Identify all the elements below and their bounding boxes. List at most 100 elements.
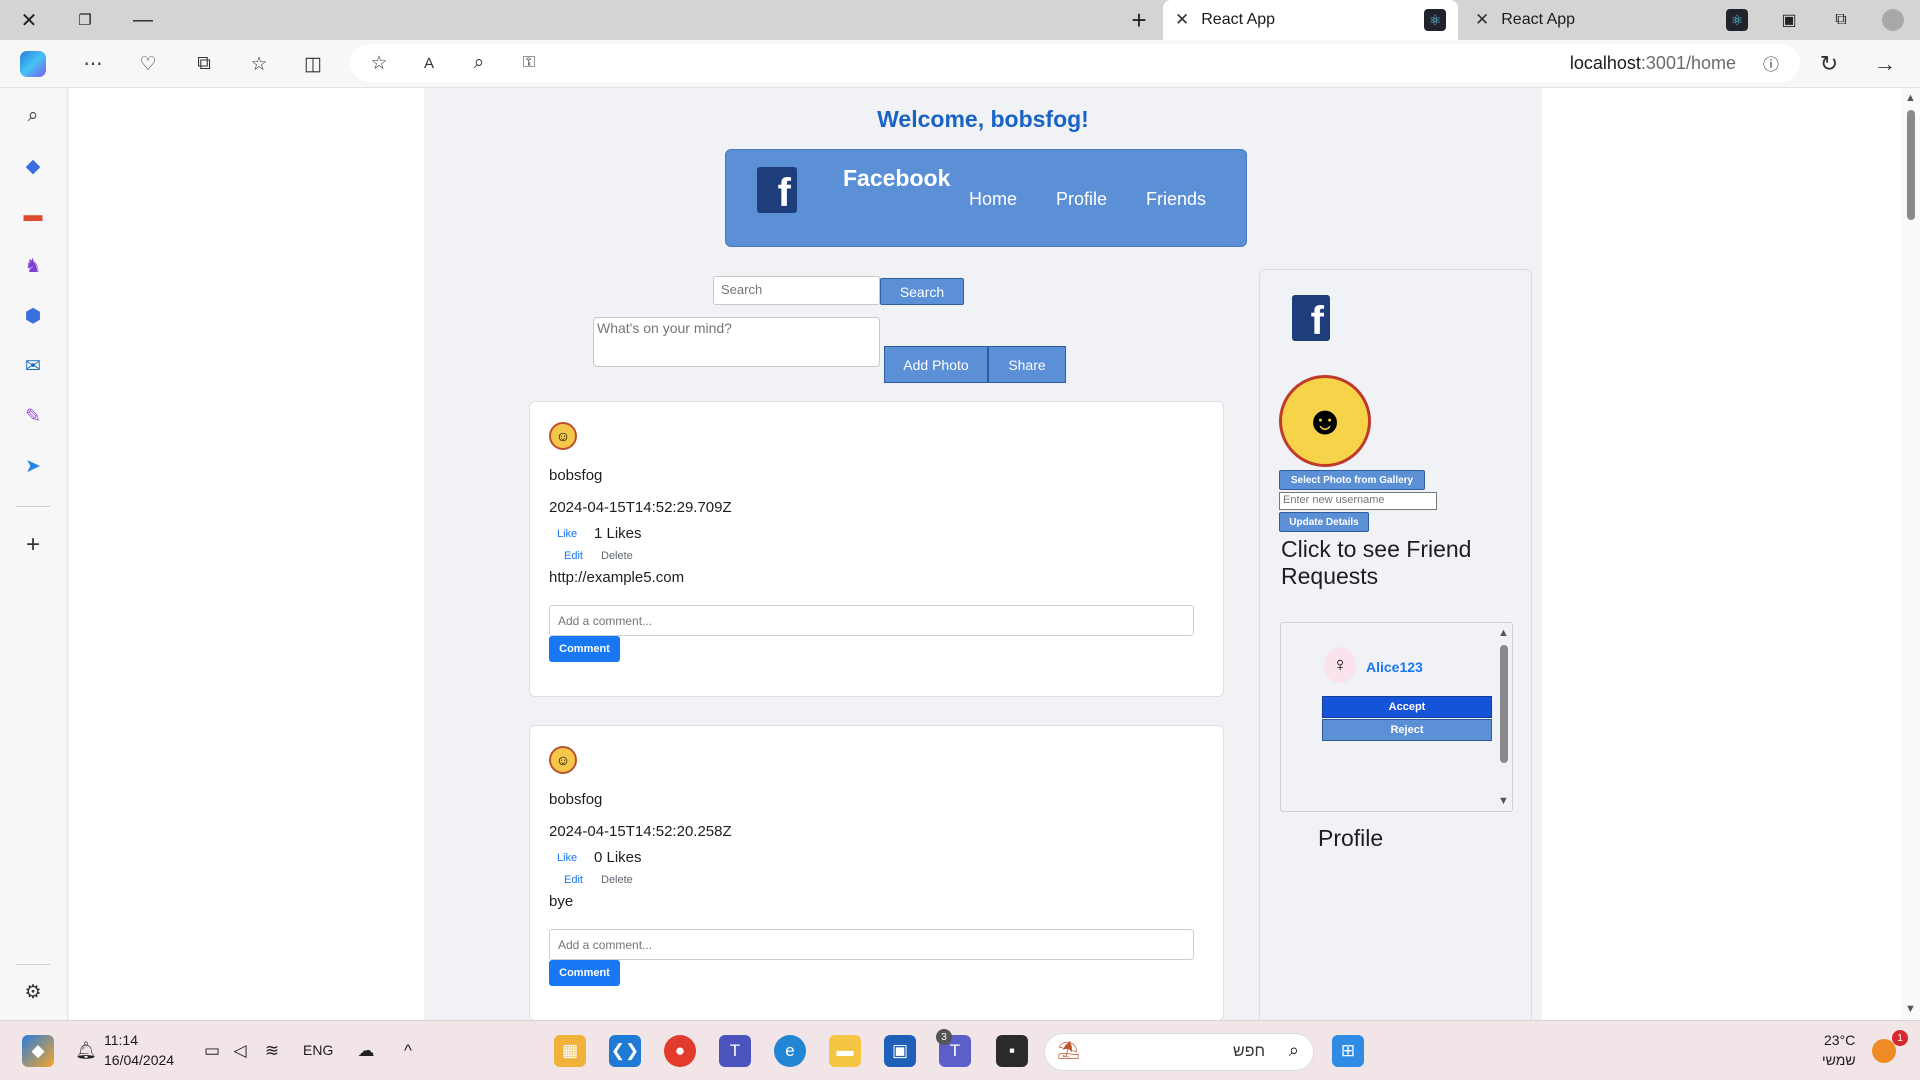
nav-profile[interactable]: Profile xyxy=(1056,189,1107,210)
friend-requests-toggle[interactable]: Click to see Friend Requests xyxy=(1281,536,1511,590)
language-indicator[interactable]: ENG xyxy=(303,1042,333,1058)
browser-essentials-icon[interactable]: ♡ xyxy=(133,49,163,79)
copilot-icon[interactable] xyxy=(18,49,48,79)
post-content: bye xyxy=(549,893,574,910)
search-icon: ⌕ xyxy=(1288,1040,1299,1060)
new-username-input[interactable]: Enter new username xyxy=(1279,492,1437,510)
split-screen-icon[interactable]: ▣ xyxy=(1774,6,1804,34)
scroll-thumb[interactable] xyxy=(1907,110,1915,220)
file-explorer-icon[interactable]: ▬ xyxy=(829,1035,861,1067)
search-button[interactable]: Search xyxy=(880,278,964,305)
brand-title: Facebook xyxy=(843,165,951,191)
profile-avatar-icon[interactable] xyxy=(1878,6,1908,34)
workspaces-icon[interactable]: ⧉ xyxy=(1826,6,1856,34)
react-app: Welcome, bobsfog! f Facebook Home Profil… xyxy=(424,88,1542,1020)
taskbar-search[interactable]: ⛱ חפש ⌕ xyxy=(1044,1033,1314,1071)
outlook-icon[interactable]: ✉ xyxy=(18,351,48,381)
scroll-up-icon[interactable]: ▲ xyxy=(1498,627,1509,639)
url-text[interactable]: localhost:3001/home xyxy=(1570,53,1736,74)
tools-icon[interactable]: ▬ xyxy=(18,201,48,231)
tab-react-app-active[interactable]: ✕ React App ⚛ xyxy=(1163,0,1458,40)
forward-icon[interactable]: → xyxy=(1870,49,1900,79)
scroll-down-icon[interactable]: ▼ xyxy=(1498,795,1509,807)
volume-icon[interactable]: ◁ xyxy=(224,1035,256,1067)
split-view-icon[interactable]: ◫ xyxy=(298,49,328,79)
zoom-icon[interactable]: ⌕ xyxy=(464,48,494,78)
wifi-icon[interactable]: ≋ xyxy=(256,1035,288,1067)
nav-friends[interactable]: Friends xyxy=(1146,189,1206,210)
add-photo-button[interactable]: Add Photo xyxy=(884,346,988,383)
update-details-button[interactable]: Update Details xyxy=(1279,512,1369,532)
collections-icon[interactable]: ⧉ xyxy=(189,49,219,79)
teams-new-icon[interactable]: T xyxy=(719,1035,751,1067)
designer-icon[interactable]: ✎ xyxy=(18,401,48,431)
app-icon[interactable]: ▦ xyxy=(554,1035,586,1067)
select-photo-button[interactable]: Select Photo from Gallery xyxy=(1279,470,1425,490)
show-hidden-icons-chevron-icon[interactable]: ^ xyxy=(392,1035,424,1067)
page-scrollbar[interactable]: ▲ ▼ xyxy=(1901,88,1920,1020)
delete-button[interactable]: Delete xyxy=(601,550,633,562)
reject-button[interactable]: Reject xyxy=(1322,719,1492,741)
delete-button[interactable]: Delete xyxy=(601,874,633,886)
terminal-icon[interactable]: ▪ xyxy=(996,1035,1028,1067)
games-icon[interactable]: ♞ xyxy=(18,251,48,281)
comment-input[interactable]: Add a comment... xyxy=(549,605,1194,636)
start-windows-icon[interactable]: ⊞ xyxy=(1332,1035,1364,1067)
search-icon[interactable]: ⌕ xyxy=(18,101,48,131)
copilot-pre-icon[interactable]: ◆ xyxy=(22,1035,54,1067)
drop-icon[interactable]: ➤ xyxy=(18,451,48,481)
close-tab-icon[interactable]: ✕ xyxy=(1475,10,1489,30)
scroll-down-icon[interactable]: ▼ xyxy=(1905,1003,1916,1015)
site-info-icon[interactable]: ⓘ xyxy=(1756,48,1786,78)
weather-temp[interactable]: 23°C xyxy=(1824,1032,1855,1048)
edge-icon[interactable]: e xyxy=(774,1035,806,1067)
microsoft-365-icon[interactable]: ⬢ xyxy=(18,301,48,331)
refresh-icon[interactable]: ↻ xyxy=(1814,49,1844,79)
chrome-icon[interactable]: ● xyxy=(664,1035,696,1067)
edit-button[interactable]: Edit xyxy=(564,550,583,562)
post-textarea[interactable]: What's on your mind? xyxy=(593,317,880,367)
tab-react-app[interactable]: ✕ React App xyxy=(1463,0,1693,40)
nav-home[interactable]: Home xyxy=(969,189,1017,210)
add-favorite-star-icon[interactable]: ☆ xyxy=(364,48,394,78)
new-tab-icon[interactable]: + xyxy=(1124,5,1154,35)
share-button[interactable]: Share xyxy=(988,346,1066,383)
clock-date[interactable]: 16/04/2024 xyxy=(104,1052,174,1068)
scroll-thumb[interactable] xyxy=(1500,645,1508,763)
favorites-list-icon[interactable]: ☆ xyxy=(244,49,274,79)
profile-label[interactable]: Profile xyxy=(1318,825,1383,852)
clock-time[interactable]: 11:14 xyxy=(104,1032,138,1048)
like-button[interactable]: Like xyxy=(557,528,577,540)
key-icon[interactable]: ⚿ xyxy=(514,48,544,78)
friend-request-name[interactable]: Alice123 xyxy=(1366,659,1423,675)
more-options-icon[interactable]: ⋯ xyxy=(78,49,108,79)
store-icon[interactable]: ▣ xyxy=(884,1035,916,1067)
address-bar[interactable]: ☆ A ⌕ ⚿ localhost:3001/home ⓘ xyxy=(350,44,1800,82)
comment-button[interactable]: Comment xyxy=(549,636,620,662)
weather-desc[interactable]: שמשי xyxy=(1822,1052,1856,1068)
add-sidebar-app-icon[interactable]: + xyxy=(18,530,48,560)
scroll-up-icon[interactable]: ▲ xyxy=(1905,92,1916,104)
accept-button[interactable]: Accept xyxy=(1322,696,1492,718)
network-warning-icon[interactable]: ☁ xyxy=(350,1035,382,1067)
search-input[interactable]: Search xyxy=(713,276,880,305)
comment-button[interactable]: Comment xyxy=(549,960,620,986)
minimize-window-icon[interactable]: — xyxy=(128,6,158,34)
restore-window-icon[interactable]: ❐ xyxy=(70,6,100,34)
comment-input[interactable]: Add a comment... xyxy=(549,929,1194,960)
facebook-logo-icon: f xyxy=(757,167,797,213)
notification-bell-icon[interactable]: 🔔︎ xyxy=(70,1035,102,1067)
edge-sidebar: ⌕ ◆ ▬ ♞ ⬢ ✉ ✎ ➤ + ⚙ xyxy=(0,88,68,1020)
close-tab-icon[interactable]: ✕ xyxy=(1175,10,1189,30)
close-window-icon[interactable]: ✕ xyxy=(14,6,44,34)
notification-badge: 1 xyxy=(1892,1030,1908,1046)
react-favicon-icon: ⚛ xyxy=(1424,9,1446,31)
shopping-tag-icon[interactable]: ◆ xyxy=(18,151,48,181)
list-scrollbar[interactable]: ▲ ▼ xyxy=(1497,627,1510,807)
post-card: ☺ bobsfog 2024-04-15T14:52:29.709Z Like … xyxy=(529,401,1224,697)
edit-button[interactable]: Edit xyxy=(564,874,583,886)
vscode-icon[interactable]: ❮❯ xyxy=(609,1035,641,1067)
like-button[interactable]: Like xyxy=(557,852,577,864)
settings-gear-icon[interactable]: ⚙ xyxy=(18,977,48,1007)
read-aloud-icon[interactable]: A xyxy=(414,48,444,78)
